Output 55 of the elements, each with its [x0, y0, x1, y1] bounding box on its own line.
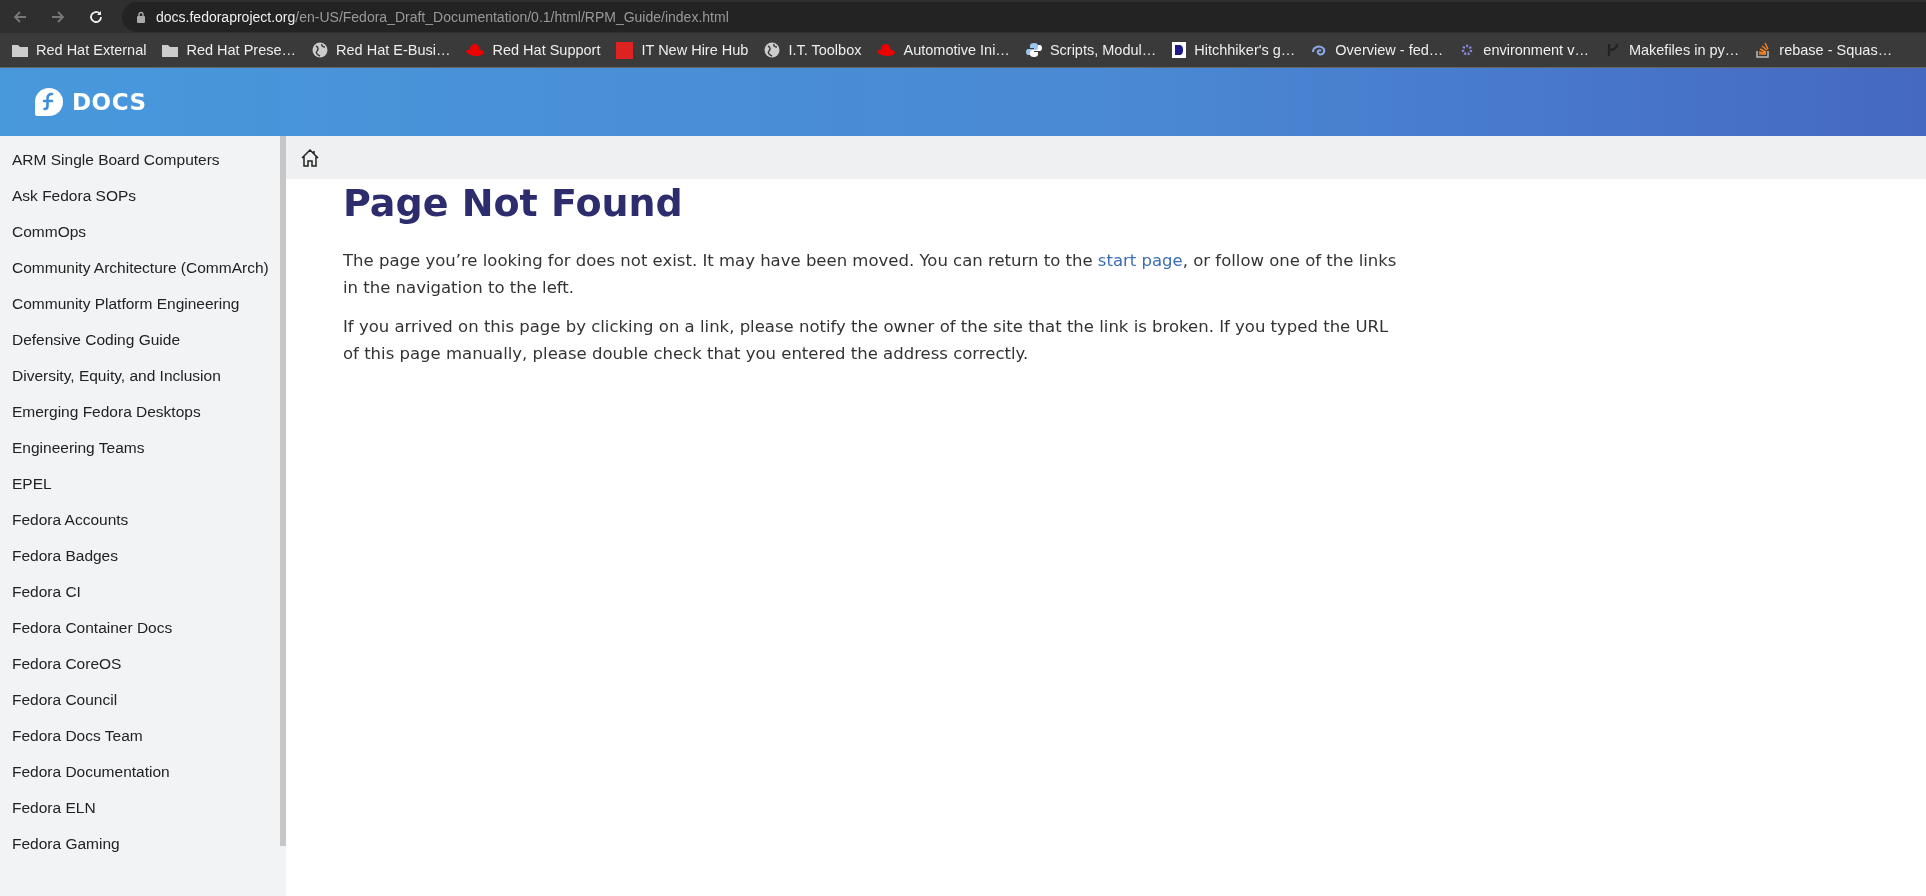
bookmark[interactable]: Overview - fed… — [1311, 42, 1444, 58]
bookmark[interactable]: I.T. Toolbox — [764, 42, 862, 58]
bookmark[interactable]: Automotive Ini… — [877, 42, 1010, 58]
sidebar-item[interactable]: ARM Single Board Computers — [12, 142, 280, 178]
globe-icon — [312, 42, 329, 58]
stack-icon — [1755, 42, 1772, 58]
sidebar-item[interactable]: Fedora CI — [12, 574, 280, 610]
bookmark[interactable]: Makefiles in py… — [1604, 42, 1740, 58]
sidebar-item[interactable]: Engineering Teams — [12, 430, 280, 466]
sidebar-item[interactable]: Emerging Fedora Desktops — [12, 394, 280, 430]
start-page-link[interactable]: start page — [1097, 251, 1183, 270]
folder-icon — [12, 43, 28, 57]
home-icon[interactable] — [300, 147, 320, 168]
sidebar-item[interactable]: Fedora Accounts — [12, 502, 280, 538]
bookmark[interactable]: Red Hat External — [12, 42, 147, 58]
sidebar-item[interactable]: Community Architecture (CommArch) — [12, 250, 280, 286]
hat-icon — [877, 44, 896, 56]
bookmark[interactable]: rebase - Squas… — [1755, 42, 1893, 58]
sidebar-item[interactable]: Defensive Coding Guide — [12, 322, 280, 358]
lock-icon — [136, 10, 146, 23]
scrollbar[interactable] — [280, 136, 286, 846]
hat-icon — [466, 44, 485, 56]
bookmark[interactable]: Red Hat E-Busi… — [312, 42, 451, 58]
back-icon[interactable] — [12, 8, 28, 25]
sidebar-item[interactable]: Community Platform Engineering — [12, 286, 280, 322]
sidebar-item[interactable]: Fedora Gaming — [12, 826, 280, 862]
sidebar-item[interactable]: Fedora Docs Team — [12, 718, 280, 754]
globe-icon — [764, 42, 781, 58]
now-logo-icon — [616, 41, 634, 59]
page-title: Page Not Found — [343, 181, 684, 225]
bookmark[interactable]: Red Hat Support — [466, 42, 601, 58]
sidebar-item[interactable]: Fedora Council — [12, 682, 280, 718]
bookmark[interactable]: Hitchhiker's g… — [1172, 42, 1296, 58]
bookmark[interactable]: environment v… — [1459, 42, 1589, 58]
letter-d-icon — [1172, 42, 1187, 58]
sidebar-item[interactable]: Fedora Container Docs — [12, 610, 280, 646]
folder-icon — [162, 43, 179, 57]
sidebar-item[interactable]: EPEL — [12, 466, 280, 502]
forward-icon[interactable] — [50, 8, 66, 25]
address-bar[interactable]: docs.fedoraproject.org/en-US/Fedora_Draft_Documentation/0.1/html/RPM_Guide/index.html — [122, 1, 1926, 32]
reload-icon[interactable] — [88, 8, 104, 25]
paragraph: The page you’re looking for does not exist. It may have been moved. You can return to the start page, or follow one of the links in the navigation to the left. — [343, 250, 1398, 299]
sidebar-item[interactable]: Fedora Badges — [12, 538, 280, 574]
sidebar-item[interactable]: Fedora CoreOS — [12, 646, 280, 682]
bookmark[interactable]: IT New Hire Hub — [616, 41, 749, 59]
paragraph: If you arrived on this page by clicking on a link, please notify the owner of the site that the link is broken. If you typed the URL of this page manually, please double check that you entered the address correctly. — [343, 316, 1390, 365]
bookmark[interactable]: Scripts, Modul… — [1025, 42, 1157, 58]
bookmark[interactable]: Red Hat Prese… — [162, 42, 297, 58]
python-icon — [1025, 42, 1042, 58]
sidebar-item[interactable]: Diversity, Equity, and Inclusion — [12, 358, 280, 394]
sidebar-item[interactable]: Fedora ELN — [12, 790, 280, 826]
sidebar-item[interactable]: Fedora Documentation — [12, 754, 280, 790]
fedora-logo-icon — [35, 88, 63, 116]
sidebar-item[interactable]: Ask Fedora SOPs — [12, 178, 280, 214]
sidebar-item[interactable]: CommOps — [12, 214, 280, 250]
